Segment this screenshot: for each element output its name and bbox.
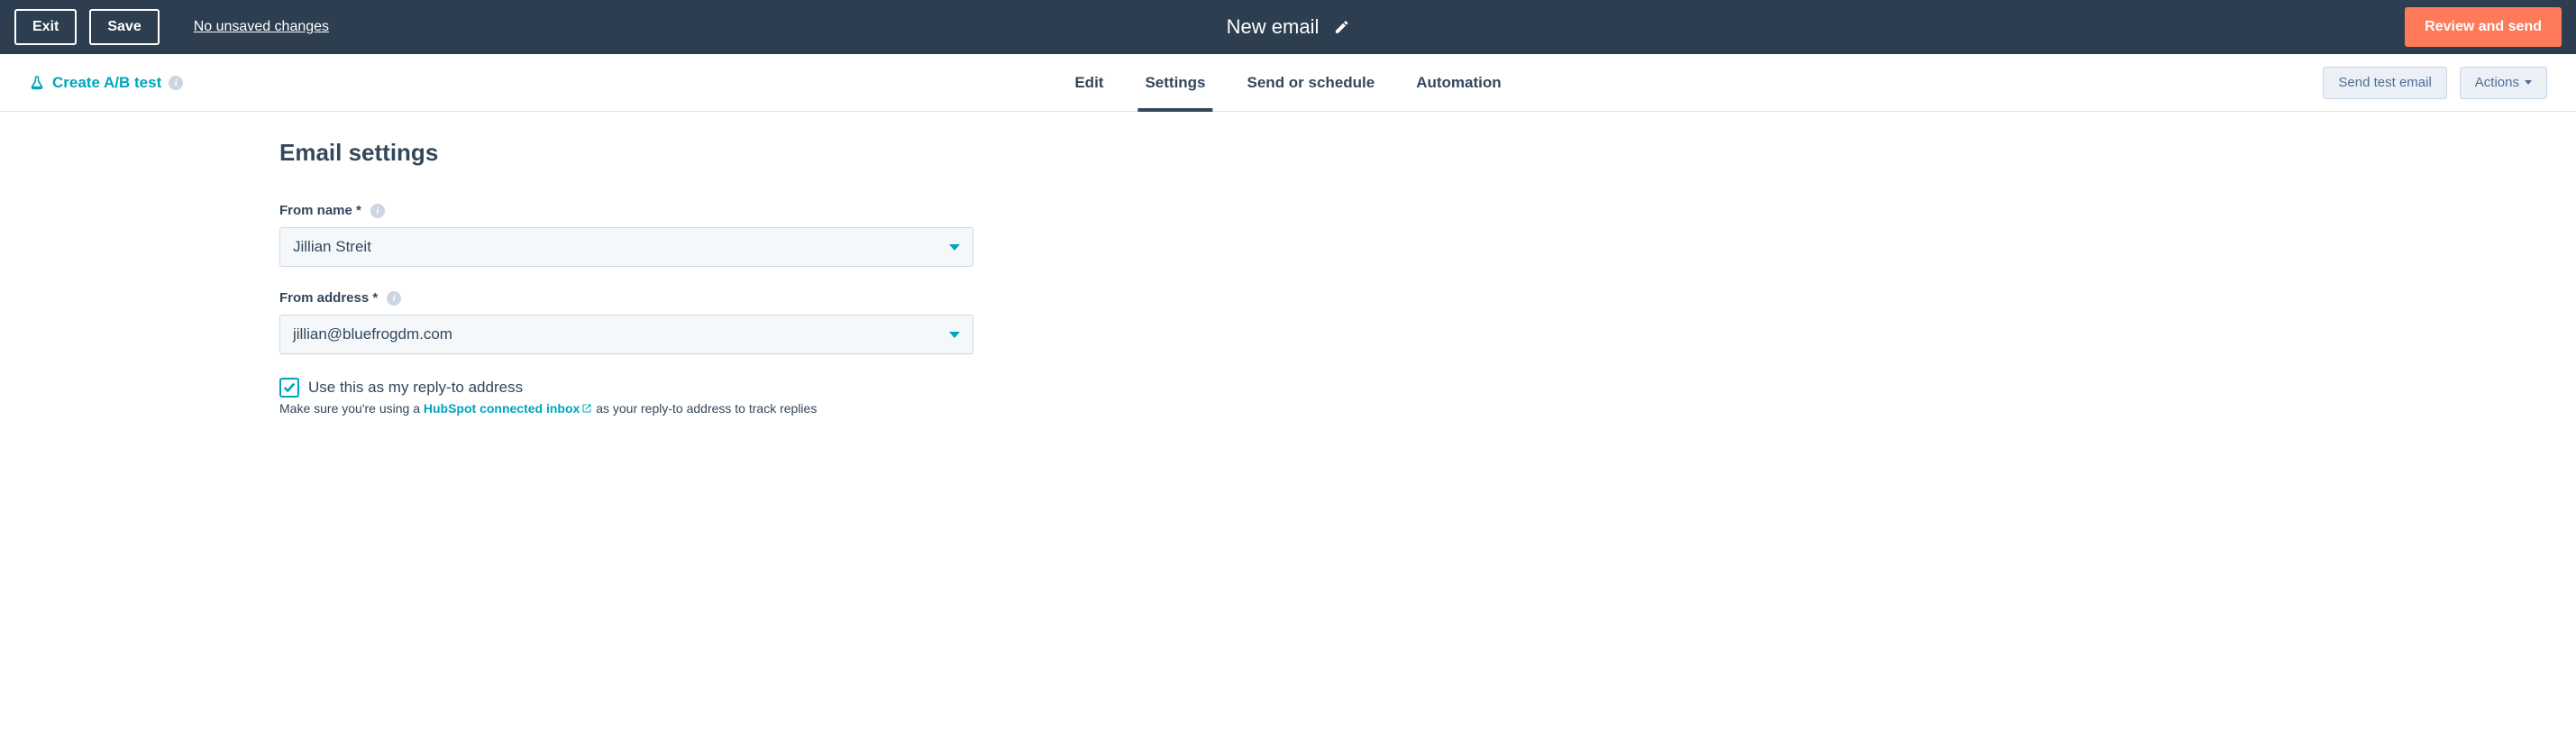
- label-text: From address *: [279, 290, 378, 306]
- help-suffix: as your reply-to address to track replie…: [592, 401, 817, 416]
- chevron-down-icon: [949, 332, 960, 338]
- top-header: Exit Save No unsaved changes New email R…: [0, 0, 2576, 54]
- caret-down-icon: [2525, 80, 2532, 85]
- from-address-select[interactable]: jillian@bluefrogdm.com: [279, 315, 973, 354]
- label-text: From name *: [279, 203, 361, 218]
- info-icon[interactable]: i: [370, 204, 385, 218]
- exit-button[interactable]: Exit: [14, 9, 77, 45]
- info-icon[interactable]: i: [169, 76, 183, 90]
- from-address-label: From address * i: [279, 290, 991, 306]
- save-button[interactable]: Save: [89, 9, 159, 45]
- main-content: Email settings From name * i Jillian Str…: [0, 112, 991, 452]
- chevron-down-icon: [949, 244, 960, 251]
- actions-dropdown-button[interactable]: Actions: [2460, 67, 2547, 99]
- top-right-group: Review and send: [2405, 7, 2562, 47]
- help-prefix: Make sure you're using a: [279, 401, 424, 416]
- from-name-field: From name * i Jillian Streit: [279, 203, 991, 267]
- connected-inbox-link[interactable]: HubSpot connected inbox: [424, 401, 592, 416]
- top-center-group: New email: [1227, 15, 1350, 39]
- from-name-label: From name * i: [279, 203, 991, 218]
- secondary-nav: Create A/B test i Edit Settings Send or …: [0, 54, 2576, 112]
- edit-title-icon[interactable]: [1333, 19, 1349, 35]
- flask-icon: [29, 75, 45, 91]
- nav-tabs: Edit Settings Send or schedule Automatio…: [1074, 54, 1501, 111]
- tab-send-or-schedule[interactable]: Send or schedule: [1247, 54, 1375, 111]
- unsaved-changes-link[interactable]: No unsaved changes: [194, 19, 329, 35]
- nav-right-group: Send test email Actions: [2323, 67, 2547, 99]
- reply-to-checkbox-row: Use this as my reply-to address: [279, 378, 991, 398]
- actions-label: Actions: [2475, 75, 2519, 90]
- reply-to-checkbox[interactable]: [279, 378, 299, 398]
- tab-automation[interactable]: Automation: [1416, 54, 1501, 111]
- top-left-group: Exit Save No unsaved changes: [14, 9, 329, 45]
- nav-left-group: Create A/B test i: [29, 74, 183, 92]
- send-test-email-button[interactable]: Send test email: [2323, 67, 2446, 99]
- external-link-icon: [581, 403, 592, 414]
- create-ab-test-link[interactable]: Create A/B test: [52, 74, 161, 92]
- from-name-select[interactable]: Jillian Streit: [279, 227, 973, 267]
- info-icon[interactable]: i: [387, 291, 401, 306]
- from-address-value: jillian@bluefrogdm.com: [293, 325, 452, 343]
- check-icon: [283, 381, 296, 394]
- review-send-button[interactable]: Review and send: [2405, 7, 2562, 47]
- reply-to-checkbox-label: Use this as my reply-to address: [308, 379, 523, 397]
- reply-to-help-text: Make sure you're using a HubSpot connect…: [279, 401, 991, 416]
- section-heading: Email settings: [279, 139, 991, 167]
- tab-edit[interactable]: Edit: [1074, 54, 1103, 111]
- page-title: New email: [1227, 15, 1320, 39]
- from-name-value: Jillian Streit: [293, 238, 371, 256]
- tab-settings[interactable]: Settings: [1145, 54, 1205, 111]
- help-link-text: HubSpot connected inbox: [424, 401, 580, 416]
- from-address-field: From address * i jillian@bluefrogdm.com: [279, 290, 991, 354]
